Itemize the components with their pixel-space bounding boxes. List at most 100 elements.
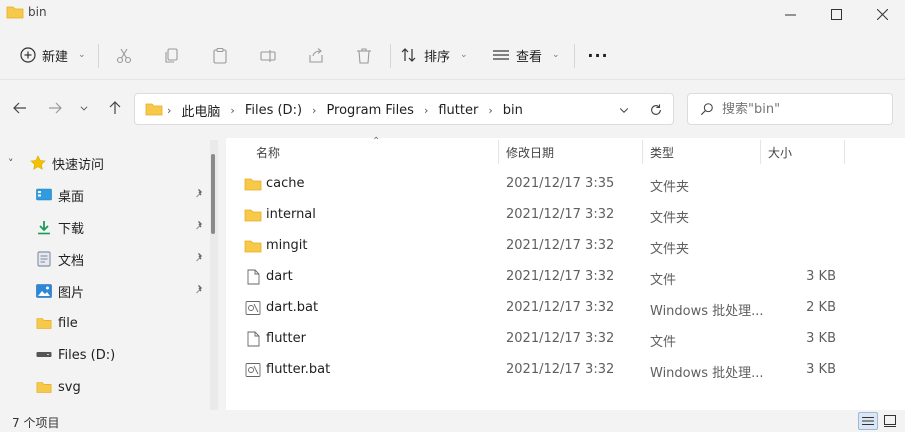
new-button-label: 新建 <box>42 49 69 65</box>
file-type: 文件夹 <box>650 242 690 257</box>
up-button[interactable] <box>103 96 127 120</box>
chevron-down-icon: ⌄ <box>78 50 86 60</box>
sidebar-item-svg[interactable]: svg <box>0 372 226 402</box>
sidebar-item-label: 桌面 <box>58 189 85 205</box>
sidebar-item-drive-d[interactable]: Files (D:) <box>0 340 226 370</box>
details-view-icon <box>862 417 874 425</box>
status-bar: 7 个项目 <box>0 410 905 432</box>
column-header-modified[interactable]: 修改日期 <box>506 138 642 166</box>
column-header-name[interactable]: 名称 <box>256 138 496 166</box>
folder-icon <box>36 315 52 331</box>
breadcrumb-item[interactable]: bin <box>503 103 523 118</box>
refresh-button[interactable] <box>647 101 665 119</box>
chevron-down-icon: ⌄ <box>460 50 468 60</box>
picture-icon <box>36 283 52 299</box>
sidebar-item-quick-access[interactable]: ˅ 快速访问 <box>0 148 226 178</box>
file-icon <box>247 331 260 347</box>
arrow-right-icon <box>49 102 62 114</box>
file-size: 3 KB <box>806 362 836 377</box>
sort-button[interactable]: 排序 ⌄ <box>400 41 468 69</box>
details-view-button[interactable] <box>858 412 878 430</box>
table-row[interactable]: dart 2021/12/17 3:32 文件 3 KB <box>226 262 905 293</box>
copy-button[interactable] <box>159 43 185 69</box>
address-bar[interactable]: › 此电脑 › Files (D:) › Program Files › flu… <box>134 93 674 125</box>
download-icon <box>36 219 52 235</box>
column-divider[interactable] <box>642 140 643 164</box>
search-box[interactable] <box>687 93 893 125</box>
column-header-label: 大小 <box>768 145 793 160</box>
file-type: 文件 <box>650 335 677 350</box>
delete-button[interactable] <box>351 43 377 69</box>
minimize-button[interactable] <box>767 0 813 28</box>
table-row[interactable]: cache 2021/12/17 3:35 文件夹 <box>226 169 905 200</box>
file-name: cache <box>266 176 305 191</box>
file-size: 3 KB <box>806 269 836 284</box>
sidebar-item-documents[interactable]: 文档 <box>0 244 226 274</box>
navigation-bar: › 此电脑 › Files (D:) › Program Files › flu… <box>0 80 905 138</box>
large-icons-view-button[interactable] <box>880 412 900 430</box>
table-row[interactable]: mingit 2021/12/17 3:32 文件夹 <box>226 231 905 262</box>
recent-locations-button[interactable] <box>74 96 94 120</box>
trash-icon <box>357 48 371 64</box>
file-size: 2 KB <box>806 300 836 315</box>
rename-button[interactable] <box>255 43 281 69</box>
navigation-pane-scrollbar[interactable] <box>210 140 218 410</box>
sidebar-item-label: 下载 <box>58 221 85 237</box>
sidebar-item-pictures[interactable]: 图片 <box>0 276 226 306</box>
sidebar-item-desktop[interactable]: 桌面 <box>0 180 226 210</box>
sidebar-item-downloads[interactable]: 下载 <box>0 212 226 242</box>
file-type: Windows 批处理... <box>650 366 764 381</box>
breadcrumb-item[interactable]: 此电脑 <box>181 101 220 120</box>
file-modified: 2021/12/17 3:32 <box>506 331 615 346</box>
column-divider[interactable] <box>498 140 499 164</box>
back-button[interactable] <box>8 96 32 120</box>
column-divider[interactable] <box>844 140 845 164</box>
share-icon <box>309 48 323 63</box>
search-icon <box>700 103 713 116</box>
pin-icon <box>196 221 202 230</box>
cut-button[interactable] <box>111 43 137 69</box>
address-dropdown-button[interactable] <box>615 101 633 119</box>
breadcrumb-separator: › <box>167 103 172 117</box>
breadcrumb-item[interactable]: Program Files <box>326 103 414 118</box>
close-button[interactable] <box>859 0 905 28</box>
item-count: 7 个项目 <box>12 416 60 430</box>
paste-button[interactable] <box>207 43 233 69</box>
table-row[interactable]: dart.bat 2021/12/17 3:32 Windows 批处理... … <box>226 293 905 324</box>
forward-button[interactable] <box>43 96 67 120</box>
file-modified: 2021/12/17 3:32 <box>506 207 615 222</box>
more-options-button[interactable]: ··· <box>586 41 610 69</box>
arrow-up-icon <box>109 101 121 114</box>
search-input[interactable] <box>722 101 882 117</box>
folder-icon <box>145 103 163 116</box>
chevron-down-icon <box>80 106 88 111</box>
pin-icon <box>196 189 202 198</box>
breadcrumb-item[interactable]: flutter <box>438 103 478 118</box>
title-bar: bin <box>0 0 905 30</box>
batch-file-icon <box>245 301 261 315</box>
file-name: mingit <box>266 238 308 253</box>
sidebar-item-label: 快速访问 <box>52 157 105 173</box>
file-type: 文件 <box>650 273 677 288</box>
share-button[interactable] <box>303 43 329 69</box>
column-header-size[interactable]: 大小 <box>768 138 844 166</box>
chevron-down-icon[interactable]: ˅ <box>8 157 22 170</box>
refresh-icon <box>651 104 661 115</box>
sidebar-item-file[interactable]: file <box>0 308 226 338</box>
scrollbar-thumb[interactable] <box>211 154 215 234</box>
column-header-label: 名称 <box>256 145 281 160</box>
navigation-pane: ˅ 快速访问 桌面 下载 文档 图片 file Files (D:) svg <box>0 138 226 410</box>
maximize-button[interactable] <box>813 0 859 28</box>
column-header-type[interactable]: 类型 <box>650 138 760 166</box>
file-modified: 2021/12/17 3:32 <box>506 362 615 377</box>
table-row[interactable]: internal 2021/12/17 3:32 文件夹 <box>226 200 905 231</box>
file-name: internal <box>266 207 316 222</box>
breadcrumb-item[interactable]: Files (D:) <box>245 103 302 118</box>
column-divider[interactable] <box>760 140 761 164</box>
view-button[interactable]: 查看 ⌄ <box>492 41 560 69</box>
table-row[interactable]: flutter.bat 2021/12/17 3:32 Windows 批处理.… <box>226 355 905 386</box>
file-name: dart.bat <box>266 300 319 315</box>
table-row[interactable]: flutter 2021/12/17 3:32 文件 3 KB <box>226 324 905 355</box>
new-button[interactable]: 新建 ⌄ <box>12 41 94 69</box>
view-button-label: 查看 <box>516 49 543 65</box>
